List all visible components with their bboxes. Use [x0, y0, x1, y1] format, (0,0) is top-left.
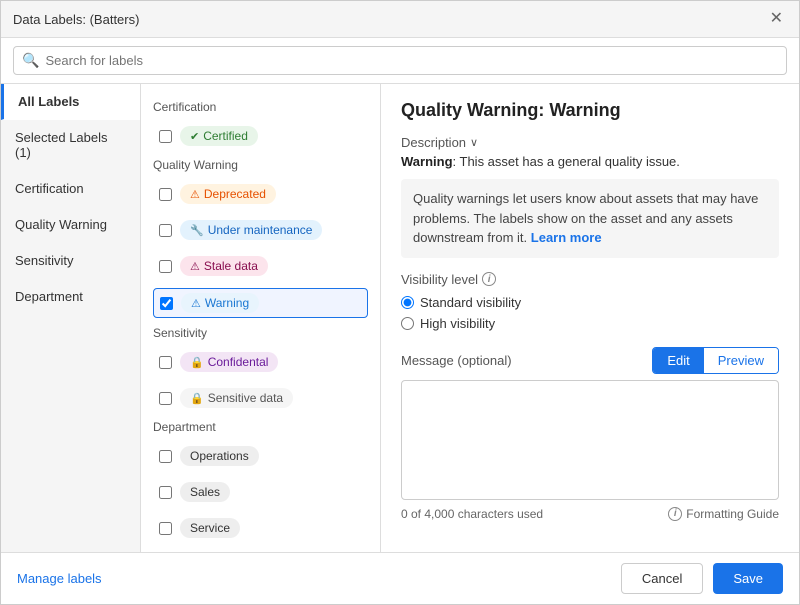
- sensitivity-section-title: Sensitivity: [153, 326, 368, 340]
- search-icon: 🔍: [22, 52, 39, 69]
- label-row-service: Service: [153, 514, 368, 542]
- label-row-confidental: 🔒 Confidental: [153, 348, 368, 376]
- radio-standard-visibility: Standard visibility: [401, 295, 779, 310]
- certified-icon: ✔: [190, 130, 199, 143]
- dialog: Data Labels: (Batters) ✕ 🔍 All Labels Se…: [0, 0, 800, 605]
- radio-standard-input[interactable]: [401, 296, 414, 309]
- quality-warning-section-title: Quality Warning: [153, 158, 368, 172]
- sidebar-item-department[interactable]: Department: [1, 279, 140, 315]
- tab-group: Edit Preview: [652, 347, 779, 374]
- description-bold: Warning: [401, 154, 453, 169]
- warning-icon: ⚠: [191, 297, 201, 310]
- label-row-warning: ⚠ Warning: [153, 288, 368, 318]
- message-label: Message (optional): [401, 353, 512, 368]
- label-row-sales: Sales: [153, 478, 368, 506]
- badge-confidental[interactable]: 🔒 Confidental: [180, 352, 278, 372]
- close-button[interactable]: ✕: [766, 9, 787, 29]
- learn-more-link[interactable]: Learn more: [531, 230, 602, 245]
- dialog-footer: Manage labels Cancel Save: [1, 552, 799, 604]
- visibility-options: Standard visibility High visibility: [401, 295, 779, 331]
- cancel-button[interactable]: Cancel: [621, 563, 703, 594]
- deprecated-icon: ⚠: [190, 188, 200, 201]
- label-row-operations: Operations: [153, 442, 368, 470]
- radio-high-visibility: High visibility: [401, 316, 779, 331]
- label-row-stale-data: ⚠ Stale data: [153, 252, 368, 280]
- chevron-down-icon: ∨: [470, 136, 478, 149]
- checkbox-sales[interactable]: [159, 486, 172, 499]
- badge-deprecated[interactable]: ⚠ Deprecated: [180, 184, 276, 204]
- detail-panel: Quality Warning: Warning Description ∨ W…: [381, 84, 799, 552]
- checkbox-under-maintenance[interactable]: [159, 224, 172, 237]
- footer-actions: Cancel Save: [621, 563, 783, 594]
- checkbox-stale-data[interactable]: [159, 260, 172, 273]
- stale-data-icon: ⚠: [190, 260, 200, 273]
- badge-service[interactable]: Service: [180, 518, 240, 538]
- search-input[interactable]: [45, 53, 778, 68]
- checkbox-confidental[interactable]: [159, 356, 172, 369]
- message-header: Message (optional) Edit Preview: [401, 347, 779, 374]
- detail-title: Quality Warning: Warning: [401, 100, 779, 121]
- badge-sales[interactable]: Sales: [180, 482, 230, 502]
- visibility-label: Visibility level i: [401, 272, 779, 287]
- label-row-under-maintenance: 🔧 Under maintenance: [153, 216, 368, 244]
- badge-operations[interactable]: Operations: [180, 446, 259, 466]
- badge-stale-data[interactable]: ⚠ Stale data: [180, 256, 268, 276]
- certification-section-title: Certification: [153, 100, 368, 114]
- badge-warning[interactable]: ⚠ Warning: [181, 293, 259, 313]
- dialog-header: Data Labels: (Batters) ✕: [1, 1, 799, 38]
- labels-panel: Certification ✔ Certified Quality Warnin…: [141, 84, 381, 552]
- formatting-info-icon: i: [668, 507, 682, 521]
- message-textarea[interactable]: [401, 380, 779, 500]
- info-box: Quality warnings let users know about as…: [401, 179, 779, 258]
- department-section-title: Department: [153, 420, 368, 434]
- sidebar: All Labels Selected Labels (1) Certifica…: [1, 84, 141, 552]
- save-button[interactable]: Save: [713, 563, 783, 594]
- sidebar-item-quality-warning[interactable]: Quality Warning: [1, 207, 140, 243]
- checkbox-deprecated[interactable]: [159, 188, 172, 201]
- sidebar-item-sensitivity[interactable]: Sensitivity: [1, 243, 140, 279]
- label-row-sensitive-data: 🔒 Sensitive data: [153, 384, 368, 412]
- info-icon: i: [482, 272, 496, 286]
- sensitive-data-icon: 🔒: [190, 392, 204, 405]
- checkbox-warning[interactable]: [160, 297, 173, 310]
- description-label: Description ∨: [401, 135, 779, 150]
- badge-certified[interactable]: ✔ Certified: [180, 126, 258, 146]
- badge-under-maintenance[interactable]: 🔧 Under maintenance: [180, 220, 322, 240]
- tab-edit[interactable]: Edit: [653, 348, 703, 373]
- formatting-guide: i Formatting Guide: [668, 507, 779, 521]
- badge-sensitive-data[interactable]: 🔒 Sensitive data: [180, 388, 293, 408]
- sidebar-item-certification[interactable]: Certification: [1, 171, 140, 207]
- description-text: Warning: This asset has a general qualit…: [401, 154, 779, 169]
- checkbox-sensitive-data[interactable]: [159, 392, 172, 405]
- label-row-certified: ✔ Certified: [153, 122, 368, 150]
- message-footer: 0 of 4,000 characters used i Formatting …: [401, 507, 779, 521]
- confidental-icon: 🔒: [190, 356, 204, 369]
- dialog-body: All Labels Selected Labels (1) Certifica…: [1, 84, 799, 552]
- search-input-wrap: 🔍: [13, 46, 787, 75]
- label-row-deprecated: ⚠ Deprecated: [153, 180, 368, 208]
- checkbox-operations[interactable]: [159, 450, 172, 463]
- sidebar-item-selected-labels[interactable]: Selected Labels (1): [1, 120, 140, 171]
- tab-preview[interactable]: Preview: [704, 348, 778, 373]
- sidebar-item-all-labels[interactable]: All Labels: [1, 84, 140, 120]
- search-bar: 🔍: [1, 38, 799, 84]
- radio-high-input[interactable]: [401, 317, 414, 330]
- manage-labels-link[interactable]: Manage labels: [17, 571, 102, 586]
- checkbox-service[interactable]: [159, 522, 172, 535]
- under-maintenance-icon: 🔧: [190, 224, 204, 237]
- char-count: 0 of 4,000 characters used: [401, 507, 543, 521]
- checkbox-certified[interactable]: [159, 130, 172, 143]
- dialog-title: Data Labels: (Batters): [13, 12, 139, 27]
